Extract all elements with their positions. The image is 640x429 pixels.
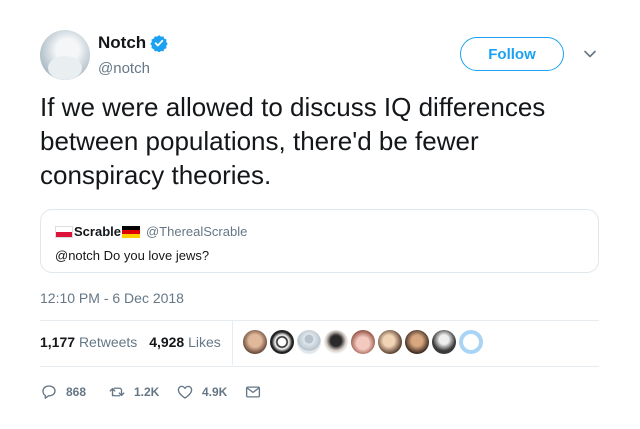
heart-icon	[177, 385, 193, 399]
likes-stat-label: Likes	[188, 334, 221, 350]
liker-avatar[interactable]	[297, 330, 321, 354]
likes-stat[interactable]: 4,928 Likes	[149, 334, 221, 350]
retweets-stat[interactable]: 1,177 Retweets	[40, 334, 141, 350]
liker-avatars	[243, 330, 486, 354]
like-action[interactable]: 4.9K	[176, 383, 230, 401]
retweet-action[interactable]: 1.2K	[108, 383, 162, 401]
liker-avatar[interactable]	[378, 330, 402, 354]
quoted-tweet[interactable]: Scrable @TherealScrable @notch Do you lo…	[40, 209, 599, 273]
germany-flag-icon	[121, 225, 140, 238]
quoted-tweet-text: @notch Do you love jews?	[55, 248, 210, 263]
direct-message-action[interactable]	[244, 383, 270, 401]
retweets-stat-label: Retweets	[78, 334, 138, 350]
tweet-actions: 868 1.2K 4.9K	[40, 383, 284, 401]
retweet-count: 1.2K	[134, 385, 160, 399]
reply-icon	[42, 385, 56, 399]
follow-button[interactable]: Follow	[460, 37, 564, 71]
liker-avatar[interactable]	[351, 330, 375, 354]
tweet-stats: 1,177 Retweets 4,928 Likes	[40, 334, 229, 350]
tweet-text: If we were allowed to discuss IQ differe…	[40, 92, 546, 190]
author-name-row: Notch	[98, 33, 168, 53]
verified-badge-icon	[150, 35, 168, 52]
divider-top	[40, 320, 599, 321]
divider-bottom	[40, 366, 599, 367]
tweet-timestamp[interactable]: 12:10 PM - 6 Dec 2018	[40, 290, 184, 306]
liker-avatar[interactable]	[405, 330, 429, 354]
quoted-handle: @TherealScrable	[145, 224, 248, 239]
poland-flag-icon	[55, 225, 73, 238]
liker-avatar[interactable]	[243, 330, 267, 354]
author-display-name[interactable]: Notch	[98, 33, 146, 53]
liker-avatar[interactable]	[459, 330, 483, 354]
stats-separator	[232, 321, 233, 365]
reply-action[interactable]: 868	[40, 383, 94, 401]
retweets-stat-count: 1,177	[40, 334, 76, 350]
liker-avatar[interactable]	[432, 330, 456, 354]
author-avatar[interactable]	[40, 30, 90, 80]
retweet-icon	[109, 387, 125, 397]
envelope-icon	[245, 386, 261, 398]
chevron-down-icon[interactable]	[584, 50, 596, 58]
tweet-card: Notch @notch Follow If we were allowed t…	[0, 0, 640, 429]
likes-stat-count: 4,928	[149, 334, 185, 350]
author-handle[interactable]: @notch	[98, 60, 150, 77]
quoted-display-name: Scrable	[74, 224, 121, 239]
like-count: 4.9K	[202, 385, 228, 399]
liker-avatar[interactable]	[270, 330, 294, 354]
quoted-tweet-header: Scrable @TherealScrable	[55, 224, 247, 239]
reply-count: 868	[66, 385, 87, 399]
liker-avatar[interactable]	[324, 330, 348, 354]
